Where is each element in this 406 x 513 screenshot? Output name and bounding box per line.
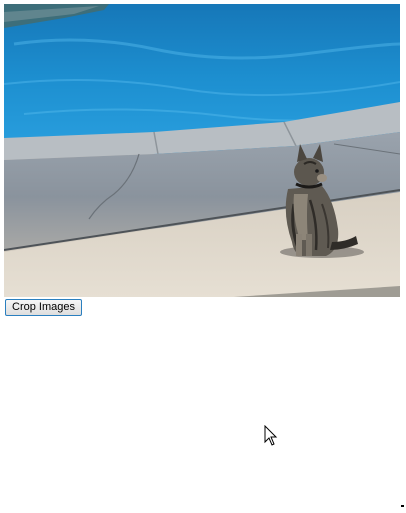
mouse-pointer-icon <box>264 425 278 446</box>
page: Crop Images <box>0 0 406 513</box>
cat-pool-photo <box>4 4 400 297</box>
corner-mark <box>401 505 404 507</box>
cat-pool-image <box>4 4 400 297</box>
crop-images-button[interactable]: Crop Images <box>5 299 82 316</box>
